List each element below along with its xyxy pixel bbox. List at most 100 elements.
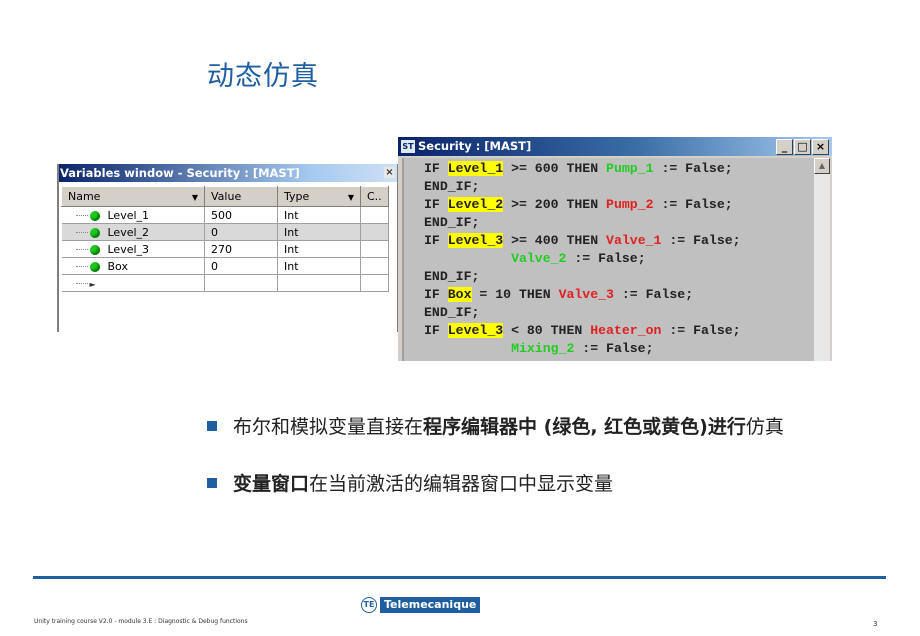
- highlighted-variable: Level_1: [447, 161, 504, 176]
- column-header-value[interactable]: Value: [204, 186, 278, 207]
- footer-divider: [33, 576, 886, 579]
- column-header-name[interactable]: Name ▼: [61, 186, 205, 207]
- close-button[interactable]: ×: [812, 139, 829, 155]
- code-line: IF Level_3 < 80 THEN Heater_on := False;: [424, 322, 814, 340]
- highlighted-variable: Level_3: [447, 233, 504, 248]
- empty-cell[interactable]: [204, 274, 278, 292]
- column-header-type[interactable]: Type ▼: [277, 186, 361, 207]
- scroll-up-arrow-icon[interactable]: ▲: [814, 158, 830, 174]
- status-green-icon: [89, 244, 100, 255]
- column-header-label: Value: [211, 190, 242, 203]
- course-footer-text: Unity training course V2.0 - module 3.E …: [34, 618, 248, 625]
- code-token: := False;: [574, 341, 654, 356]
- tree-connector: [75, 215, 88, 216]
- telemecanique-emblem-icon: TE: [361, 597, 377, 613]
- code-token: := False;: [661, 233, 741, 248]
- variables-window-title: Variables window - Security : [MAST]: [60, 166, 300, 180]
- code-token: END_IF;: [424, 305, 480, 320]
- variables-window: Variables window - Security : [MAST] × N…: [57, 164, 399, 332]
- false-output-variable: Valve_3: [558, 287, 614, 302]
- dropdown-arrow-icon[interactable]: ▼: [192, 193, 198, 202]
- bold-text: 程序编辑器中 (绿色, 红色或黄色)进行: [423, 416, 746, 438]
- variable-name-cell[interactable]: Level_3: [61, 240, 205, 258]
- variables-table: Name ▼ Value Type ▼ C.. Level_1 500 Int Level_2 0…: [61, 186, 389, 292]
- variable-name: Box: [107, 259, 128, 273]
- code-token: IF: [424, 197, 448, 212]
- new-row-cell[interactable]: ►: [61, 274, 205, 292]
- variable-row[interactable]: Level_1 500 Int: [61, 206, 389, 224]
- column-header-label: Name: [68, 190, 101, 203]
- variable-value-cell[interactable]: 500: [204, 206, 278, 224]
- code-token: IF: [424, 287, 448, 302]
- tree-connector: [75, 249, 88, 250]
- variable-comment-cell[interactable]: [360, 206, 389, 224]
- column-header-c[interactable]: C..: [360, 186, 389, 207]
- variable-name: Level_3: [107, 242, 150, 256]
- variable-name: Level_2: [107, 225, 150, 239]
- status-green-icon: [89, 261, 100, 272]
- bold-text: 变量窗口: [233, 473, 310, 495]
- bullet-text: 布尔和模拟变量直接在程序编辑器中 (绿色, 红色或黄色)进行仿真: [233, 412, 784, 439]
- variable-comment-cell[interactable]: [360, 223, 389, 241]
- code-token: END_IF;: [424, 269, 480, 284]
- code-line: END_IF;: [424, 304, 814, 322]
- variable-name: Level_1: [107, 208, 150, 222]
- telemecanique-logo: TE Telemecanique: [361, 597, 481, 613]
- vertical-scrollbar[interactable]: ▲: [814, 158, 830, 361]
- code-token: END_IF;: [424, 179, 480, 194]
- dropdown-arrow-icon[interactable]: ▼: [348, 193, 354, 202]
- variable-type-cell: Int: [277, 257, 361, 275]
- variable-value-cell[interactable]: 270: [204, 240, 278, 258]
- new-row-arrow-icon: ►: [89, 279, 96, 289]
- minimize-button[interactable]: _: [776, 139, 793, 155]
- variable-type-cell: Int: [277, 240, 361, 258]
- st-language-icon: ST: [401, 140, 415, 153]
- bullet-text: 变量窗口在当前激活的编辑器窗口中显示变量: [233, 469, 613, 496]
- false-output-variable: Heater_on: [590, 323, 662, 338]
- variable-value-cell[interactable]: 0: [204, 223, 278, 241]
- close-icon[interactable]: ×: [384, 167, 395, 178]
- empty-cell[interactable]: [277, 274, 361, 292]
- st-code[interactable]: IF Level_1 >= 600 THEN Pump_1 := False; E…: [404, 158, 814, 358]
- true-output-variable: Valve_2: [511, 251, 567, 266]
- code-editor-title: Security : [MAST]: [418, 139, 532, 153]
- status-green-icon: [89, 227, 100, 238]
- code-line: IF Level_1 >= 600 THEN Pump_1 := False;: [424, 160, 814, 178]
- true-output-variable: Mixing_2: [511, 341, 575, 356]
- variable-name-cell[interactable]: Box: [61, 257, 205, 275]
- variable-comment-cell[interactable]: [360, 240, 389, 258]
- page-number: 3: [873, 620, 878, 628]
- tree-connector: [75, 283, 88, 284]
- new-variable-row[interactable]: ►: [61, 274, 389, 292]
- empty-cell[interactable]: [360, 274, 389, 292]
- code-token: IF: [424, 161, 448, 176]
- variable-row[interactable]: Level_2 0 Int: [61, 223, 389, 241]
- variable-name-cell[interactable]: Level_1: [61, 206, 205, 224]
- code-area[interactable]: IF Level_1 >= 600 THEN Pump_1 := False; E…: [402, 158, 814, 361]
- tree-connector: [75, 232, 88, 233]
- variable-value-cell[interactable]: 0: [204, 257, 278, 275]
- column-header-label: Type: [284, 190, 310, 203]
- column-header-label: C..: [367, 190, 382, 203]
- code-token: := False;: [653, 197, 733, 212]
- code-line: END_IF;: [424, 214, 814, 232]
- variables-window-titlebar[interactable]: Variables window - Security : [MAST] ×: [59, 164, 397, 182]
- variable-row[interactable]: Box 0 Int: [61, 257, 389, 275]
- code-line: END_IF;: [424, 178, 814, 196]
- variable-name-cell[interactable]: Level_2: [61, 223, 205, 241]
- code-line: IF Level_2 >= 200 THEN Pump_2 := False;: [424, 196, 814, 214]
- code-editor-titlebar[interactable]: ST Security : [MAST] _ □ ×: [398, 137, 832, 156]
- tree-connector: [75, 266, 88, 267]
- false-output-variable: Valve_1: [606, 233, 662, 248]
- variable-row[interactable]: Level_3 270 Int: [61, 240, 389, 258]
- variable-comment-cell[interactable]: [360, 257, 389, 275]
- maximize-button[interactable]: □: [794, 139, 811, 155]
- true-output-variable: Pump_1: [606, 161, 654, 176]
- bullet-item: 布尔和模拟变量直接在程序编辑器中 (绿色, 红色或黄色)进行仿真: [207, 412, 784, 439]
- bullet-item: 变量窗口在当前激活的编辑器窗口中显示变量: [207, 469, 784, 496]
- code-token: := False;: [566, 251, 646, 266]
- text: 布尔和模拟变量直接在: [233, 416, 424, 438]
- bullet-square-icon: [207, 477, 217, 488]
- false-output-variable: Pump_2: [606, 197, 654, 212]
